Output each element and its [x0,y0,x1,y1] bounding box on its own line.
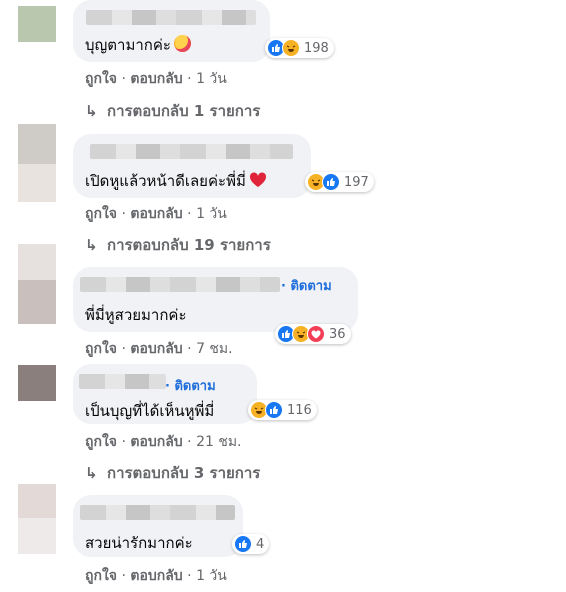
reply-link[interactable]: ตอบกลับ [130,341,182,357]
reply-link[interactable]: ตอบกลับ [130,568,182,584]
comment-actions: ถูกใจ · ตอบกลับ · 1 วัน [85,71,227,87]
haha-reaction-icon [282,39,300,57]
reply-arrow-icon: ↳ [85,102,98,120]
love-reaction-icon [307,325,325,343]
commenter-name-blurred[interactable] [79,374,166,389]
like-link[interactable]: ถูกใจ [85,206,117,222]
reaction-count: 116 [287,402,312,418]
reaction-count: 198 [304,40,329,56]
comment-text: เป็นบุญที่ได้เห็นหูพี่มี่ [85,402,215,420]
comment-text: เปิดหูแล้วหน้าดีเลยค่ะพี่มี่ [85,172,246,190]
reply-link[interactable]: ตอบกลับ [130,434,182,450]
replies-label: การตอบกลับ 1 รายการ [107,102,261,120]
reply-arrow-icon: ↳ [85,464,98,482]
replies-label: การตอบกลับ 19 รายการ [107,236,271,254]
view-replies-link[interactable]: ↳ การตอบกลับ 3 รายการ [85,461,260,485]
comment-actions: ถูกใจ · ตอบกลับ · 1 วัน [85,206,227,222]
replies-label: การตอบกลับ 3 รายการ [107,464,261,482]
like-reaction-icon [234,535,252,553]
avatar[interactable] [18,484,56,554]
comment-actions: ถูกใจ · ตอบกลับ · 7 ชม. [85,341,233,357]
commenter-name-blurred[interactable] [86,10,256,25]
timestamp[interactable]: 21 ชม. [196,434,241,450]
reply-link[interactable]: ตอบกลับ [130,71,182,87]
comment-text: สวยน่ารักมากค่ะ [85,534,193,552]
reaction-count: 197 [344,174,369,190]
reaction-summary[interactable]: 197 [305,172,374,192]
like-link[interactable]: ถูกใจ [85,568,117,584]
comment-bubble: · ติดตาม พี่มี่หูสวยมากค่ะ [73,267,358,332]
reply-arrow-icon: ↳ [85,236,98,254]
comment-text: บุญตามากค่ะ [85,36,171,54]
timestamp[interactable]: 1 วัน [196,71,227,87]
comment-bubble: บุญตามากค่ะ [73,0,270,62]
red-heart-emoji-icon [249,172,267,188]
follow-button[interactable]: · ติดตาม [281,275,332,296]
reaction-summary[interactable]: 116 [248,400,317,420]
like-reaction-icon [265,401,283,419]
comment-actions: ถูกใจ · ตอบกลับ · 21 ชม. [85,434,242,450]
avatar[interactable] [18,365,56,401]
avatar[interactable] [18,124,56,202]
timestamp[interactable]: 1 วัน [196,206,227,222]
reaction-count: 36 [329,326,346,342]
comment-actions: ถูกใจ · ตอบกลับ · 1 วัน [85,568,227,584]
reaction-count: 4 [256,536,265,552]
reaction-summary[interactable]: 36 [275,324,351,344]
view-replies-link[interactable]: ↳ การตอบกลับ 1 รายการ [85,99,260,123]
avatar[interactable] [18,6,56,42]
commenter-name-blurred[interactable] [80,277,280,292]
comment-text: พี่มี่หูสวยมากค่ะ [85,306,187,324]
like-link[interactable]: ถูกใจ [85,434,117,450]
follow-button[interactable]: · ติดตาม [165,375,216,396]
timestamp[interactable]: 7 ชม. [196,341,233,357]
like-link[interactable]: ถูกใจ [85,341,117,357]
view-replies-link[interactable]: ↳ การตอบกลับ 19 รายการ [85,233,271,257]
comment-bubble: เปิดหูแล้วหน้าดีเลยค่ะพี่มี่ [73,134,311,198]
commenter-name-blurred[interactable] [80,505,235,520]
comment-bubble: · ติดตาม เป็นบุญที่ได้เห็นหูพี่มี่ [73,364,257,424]
reply-link[interactable]: ตอบกลับ [130,206,182,222]
like-link[interactable]: ถูกใจ [85,71,117,87]
comment-bubble: สวยน่ารักมากค่ะ [73,495,243,557]
reaction-summary[interactable]: 198 [265,38,334,58]
like-reaction-icon [322,173,340,191]
reaction-summary[interactable]: 4 [232,534,270,554]
smiling-face-with-hearts-emoji-icon [173,35,191,52]
avatar[interactable] [18,244,56,324]
timestamp[interactable]: 1 วัน [196,568,227,584]
commenter-name-blurred[interactable] [90,144,293,159]
